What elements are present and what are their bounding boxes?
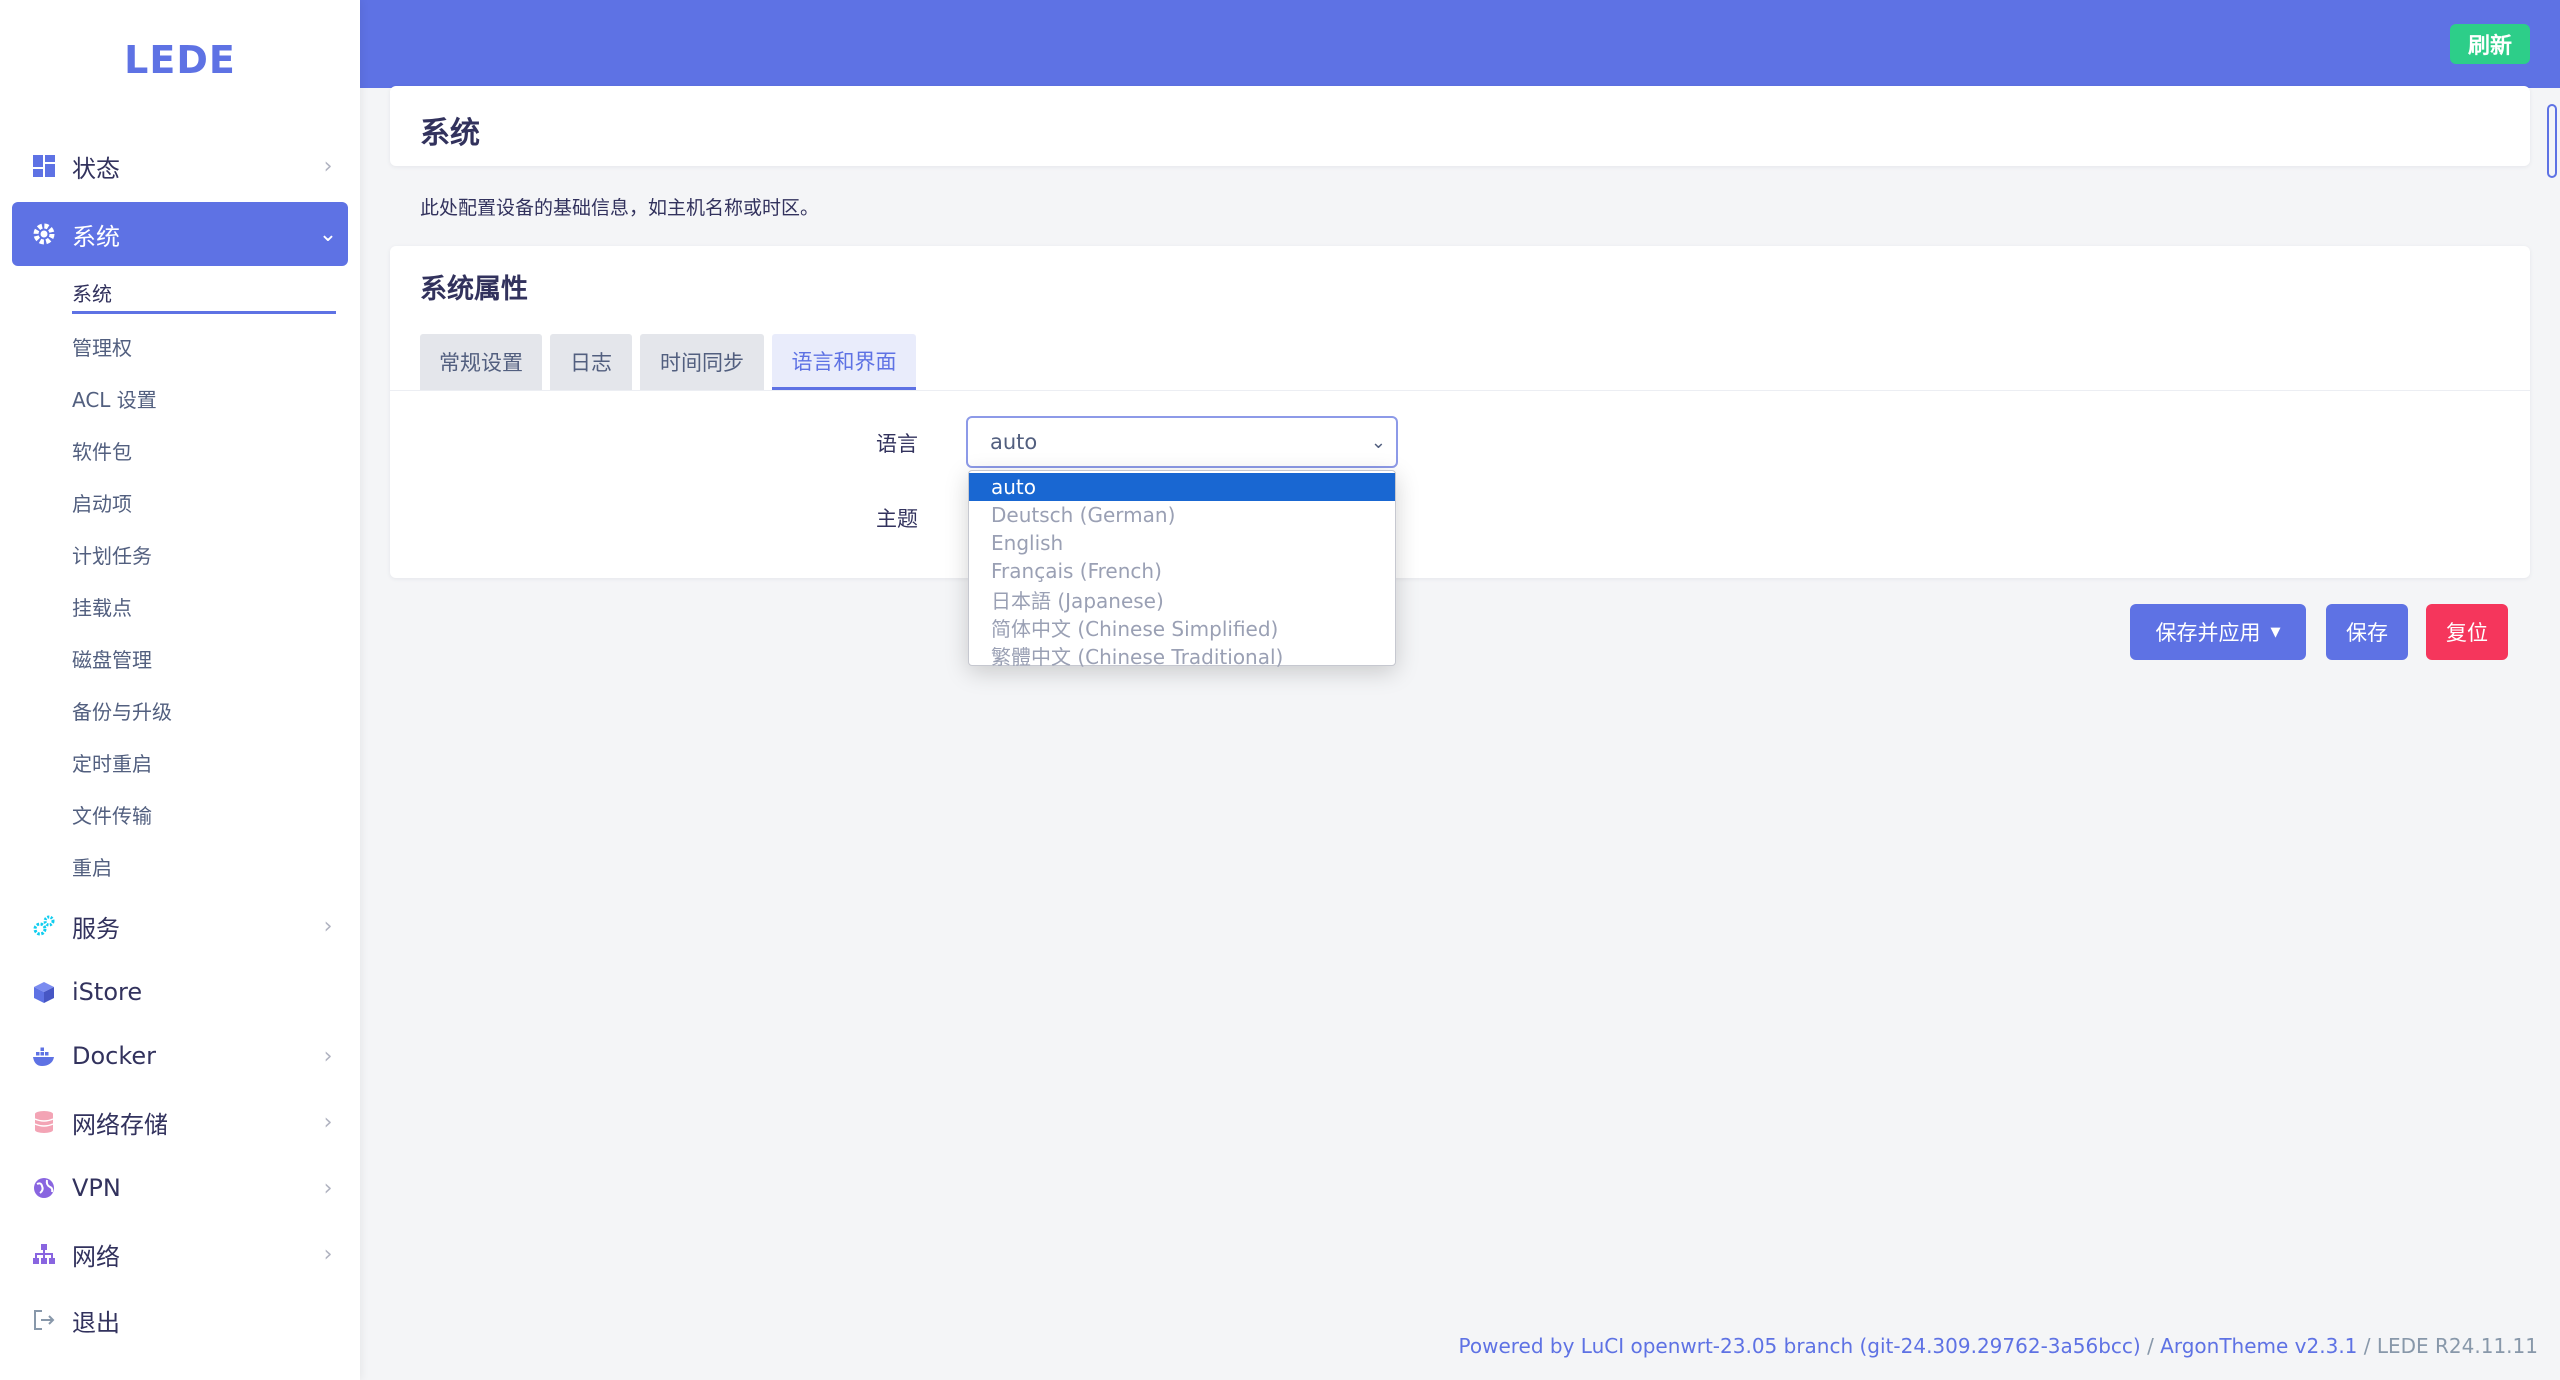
- subnav-item-system[interactable]: 系统: [72, 274, 336, 314]
- dashboard-icon: [30, 152, 58, 180]
- database-icon: [30, 1108, 58, 1136]
- logout-icon: [30, 1306, 58, 1334]
- subnav-item-packages[interactable]: 软件包: [72, 430, 132, 470]
- language-option-zh-tw[interactable]: 繁體中文 (Chinese Traditional): [969, 641, 1395, 669]
- sidebar-item-logout[interactable]: 退出: [12, 1288, 348, 1352]
- sidebar-item-label: 状态: [72, 154, 120, 183]
- subnav-item-admin[interactable]: 管理权: [72, 326, 132, 366]
- sidebar-item-services[interactable]: 服务 ›: [12, 894, 348, 958]
- footer-powered-link[interactable]: Powered by LuCI openwrt-23.05 branch (gi…: [1459, 1334, 2141, 1358]
- language-option-french[interactable]: Français (French): [969, 557, 1395, 585]
- caret-down-icon: ▼: [2270, 624, 2281, 640]
- page-title-card: [390, 86, 2530, 166]
- chevron-right-icon: ›: [323, 153, 333, 179]
- save-apply-button[interactable]: 保存并应用 ▼: [2130, 604, 2306, 660]
- tab-time-sync[interactable]: 时间同步: [640, 334, 764, 390]
- tab-divider: [390, 390, 2530, 391]
- globe-icon: [30, 1174, 58, 1202]
- theme-label: 主题: [876, 507, 918, 531]
- subnav-item-startup[interactable]: 启动项: [72, 482, 132, 522]
- language-label: 语言: [876, 432, 918, 456]
- save-apply-label: 保存并应用: [2155, 621, 2261, 645]
- sidebar-item-vpn[interactable]: VPN ›: [12, 1156, 348, 1220]
- header-band: [360, 0, 2560, 88]
- sidebar-item-label: 退出: [72, 1308, 120, 1337]
- gears-icon: [30, 912, 58, 940]
- language-option-english[interactable]: English: [969, 529, 1395, 557]
- language-select-value: auto: [990, 430, 1038, 454]
- language-dropdown: auto Deutsch (German) English Français (…: [968, 470, 1396, 669]
- sidebar-item-network[interactable]: 网络 ›: [12, 1222, 348, 1286]
- reset-button[interactable]: 复位: [2426, 604, 2508, 660]
- sidebar: LEDE 状态 › 系统 ⌄ 系统 管理权 ACL 设置 软件包 启动项 计划任…: [0, 0, 360, 1380]
- subnav-item-scheduled-reboot[interactable]: 定时重启: [72, 742, 152, 782]
- sidebar-item-label: 网络存储: [72, 1110, 168, 1139]
- footer-separator: /: [2140, 1334, 2161, 1358]
- sidebar-item-label: Docker: [72, 1042, 157, 1070]
- tab-logging[interactable]: 日志: [550, 334, 632, 390]
- page-description: 此处配置设备的基础信息，如主机名称或时区。: [420, 197, 820, 219]
- language-option-zh-cn[interactable]: 简体中文 (Chinese Simplified): [969, 613, 1395, 641]
- sidebar-item-system[interactable]: 系统 ⌄: [12, 202, 348, 266]
- chevron-right-icon: ›: [323, 913, 333, 939]
- subnav-item-acl[interactable]: ACL 设置: [72, 378, 157, 418]
- tab-general[interactable]: 常规设置: [420, 334, 542, 390]
- subnav-item-crontab[interactable]: 计划任务: [72, 534, 152, 574]
- subnav-item-disk[interactable]: 磁盘管理: [72, 638, 152, 678]
- language-select[interactable]: auto ⌄: [966, 416, 1398, 468]
- sidebar-item-nas[interactable]: 网络存储 ›: [12, 1090, 348, 1154]
- sidebar-item-label: VPN: [72, 1174, 121, 1202]
- tab-language[interactable]: 语言和界面: [772, 334, 916, 390]
- sidebar-item-docker[interactable]: Docker ›: [12, 1024, 348, 1088]
- language-option-german[interactable]: Deutsch (German): [969, 501, 1395, 529]
- gear-icon: [30, 220, 58, 248]
- sidebar-item-label: iStore: [72, 978, 143, 1006]
- chevron-right-icon: ›: [323, 1241, 333, 1267]
- footer-version: LEDE R24.11.11: [2376, 1334, 2538, 1358]
- docker-whale-icon: [30, 1042, 58, 1070]
- logo[interactable]: LEDE: [0, 38, 360, 82]
- cube-icon: [30, 978, 58, 1006]
- subnav-item-mounts[interactable]: 挂载点: [72, 586, 132, 626]
- section-title: 系统属性: [420, 274, 528, 305]
- footer-theme-link[interactable]: ArgonTheme v2.3.1: [2160, 1334, 2357, 1358]
- chevron-down-icon: ⌄: [1370, 432, 1386, 453]
- footer-separator: /: [2357, 1334, 2377, 1358]
- refresh-button[interactable]: 刷新: [2450, 24, 2530, 64]
- scrollbar[interactable]: [2547, 104, 2557, 178]
- chevron-right-icon: ›: [323, 1175, 333, 1201]
- subnav-item-backup[interactable]: 备份与升级: [72, 690, 172, 730]
- sidebar-item-label: 系统: [72, 222, 120, 251]
- save-button[interactable]: 保存: [2326, 604, 2408, 660]
- chevron-right-icon: ›: [323, 1109, 333, 1135]
- subnav-item-file-transfer[interactable]: 文件传输: [72, 794, 152, 834]
- section-card: [390, 246, 2530, 578]
- sidebar-item-status[interactable]: 状态 ›: [12, 134, 348, 198]
- footer: Powered by LuCI openwrt-23.05 branch (gi…: [1459, 1334, 2539, 1358]
- page-title: 系统: [420, 116, 480, 151]
- sidebar-item-label: 服务: [72, 914, 120, 943]
- sidebar-item-istore[interactable]: iStore: [12, 960, 348, 1024]
- subnav-item-reboot[interactable]: 重启: [72, 846, 112, 886]
- sidebar-item-label: 网络: [72, 1242, 120, 1271]
- language-option-auto[interactable]: auto: [969, 473, 1395, 501]
- chevron-down-icon: ⌄: [318, 221, 338, 247]
- chevron-right-icon: ›: [323, 1043, 333, 1069]
- network-icon: [30, 1240, 58, 1268]
- language-option-japanese[interactable]: 日本語 (Japanese): [969, 585, 1395, 613]
